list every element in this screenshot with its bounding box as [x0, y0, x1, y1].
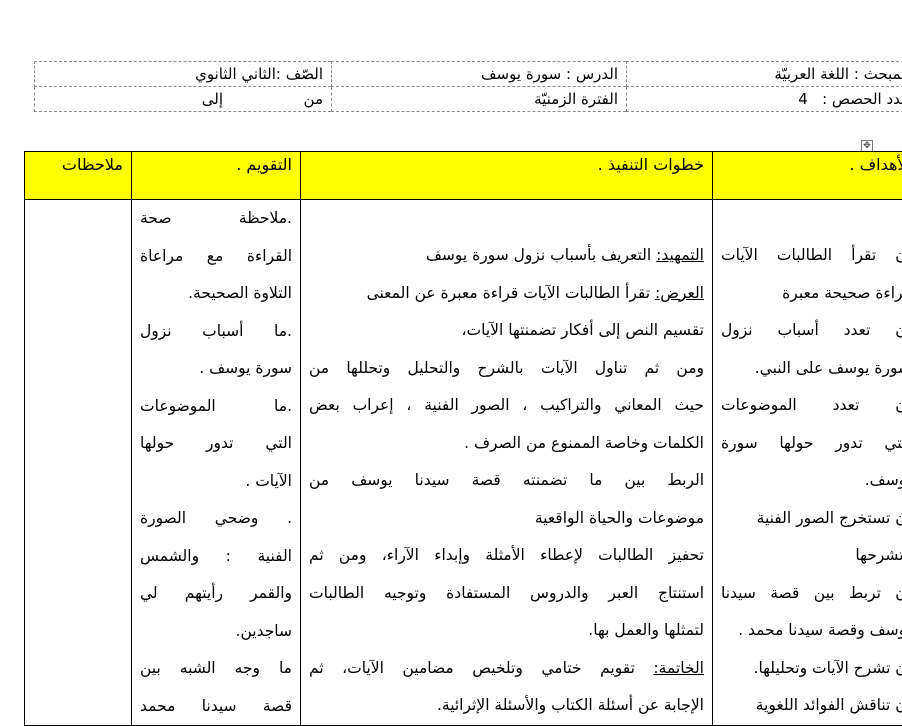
- goals-cell: أن تقرأ الطالبات الآيات قراءة صحيحة معبر…: [713, 200, 902, 726]
- goal-line: وتشرحها: [721, 537, 902, 575]
- conclusion-label: الخاتمة:: [653, 659, 704, 677]
- goal-line: قراءة صحيحة معبرة: [721, 275, 902, 313]
- evaluation-header: التقويم .: [132, 152, 301, 200]
- evaluation-line: .ملاحظة صحة: [140, 200, 292, 238]
- conclusion-text: تقويم ختامي وتلخيص مضامين الآيات، ثم: [309, 659, 653, 677]
- evaluation-line: الآيات .: [140, 463, 292, 501]
- goal-line: أن تشرح الآيات وتحليلها.: [721, 650, 902, 688]
- lesson-text: الدرس : سورة يوسف: [481, 65, 618, 83]
- goal-line: يوسف.: [721, 462, 902, 500]
- presentation-label: العرض:: [655, 284, 704, 302]
- intro-label: التمهيد:: [656, 246, 704, 264]
- presentation-text: تقرأ الطالبات الآيات قراءة معبرة عن المع…: [367, 284, 655, 302]
- notes-cell[interactable]: [25, 200, 132, 726]
- notes-header: ملاحظات: [25, 152, 132, 200]
- intro-line: التمهيد: التعريف بأسباب نزول سورة يوسف: [309, 237, 704, 275]
- goal-line: أن تستخرج الصور الفنية: [721, 500, 902, 538]
- steps-cell: التمهيد: التعريف بأسباب نزول سورة يوسف ا…: [301, 200, 713, 726]
- subject-cell: المبحث : اللغة العربيّة: [627, 62, 902, 87]
- evaluation-line: . وضحي الصورة: [140, 500, 292, 538]
- goal-line: سورة يوسف على النبي.: [721, 350, 902, 388]
- evaluation-line: ساجدين.: [140, 613, 292, 651]
- evaluation-line: والقمر رأيتهم لي: [140, 575, 292, 613]
- evaluation-line: الفنية : والشمس: [140, 538, 292, 576]
- step-line: الربط بين ما تضمنته قصة سيدنا يوسف من: [309, 462, 704, 500]
- goal-line: أن تناقش الفوائد اللغوية: [721, 687, 902, 725]
- goal-line: أن تعدد الموضوعات: [721, 387, 902, 425]
- evaluation-line: القراءة مع مراعاة: [140, 238, 292, 276]
- grade-text: الصّف :الثاني الثانوي: [195, 65, 323, 83]
- goal-line: أن تقرأ الطالبات الآيات: [721, 237, 902, 275]
- conclusion-line: الخاتمة: تقويم ختامي وتلخيص مضامين الآيا…: [309, 650, 704, 688]
- goal-line: التي تدور حولها سورة: [721, 425, 902, 463]
- step-line: الإجابة عن أسئلة الكتاب والأسئلة الإثرائ…: [309, 687, 704, 725]
- goals-header: الأهداف .: [713, 152, 902, 200]
- step-line: الكلمات وخاصة الممنوع من الصرف .: [309, 425, 704, 463]
- periods-label: عدد الحصص :: [822, 90, 902, 108]
- evaluation-line: التي تدور حولها: [140, 425, 292, 463]
- periods-value: 4: [798, 90, 808, 108]
- evaluation-line: سورة يوسف .: [140, 350, 292, 388]
- step-line: لتمثلها والعمل بها.: [309, 612, 704, 650]
- from-to-cell: من إلى: [35, 87, 332, 112]
- from-text: من: [223, 90, 323, 108]
- step-line: تقسيم النص إلى أفكار تضمنتها الآيات،: [309, 312, 704, 350]
- evaluation-line: .ما أسباب نزول: [140, 313, 292, 351]
- goal-line: أن تعدد أسباب نزول: [721, 312, 902, 350]
- step-line: موضوعات والحياة الواقعية: [309, 500, 704, 538]
- evaluation-line: التلاوة الصحيحة.: [140, 275, 292, 313]
- to-text: إلى: [163, 90, 223, 108]
- time-period-text: الفترة الزمنيّة: [534, 90, 618, 108]
- lesson-plan-table: الأهداف . خطوات التنفيذ . التقويم . ملاح…: [24, 151, 902, 726]
- time-period-cell: الفترة الزمنيّة: [332, 87, 627, 112]
- steps-header: خطوات التنفيذ .: [301, 152, 713, 200]
- intro-text: التعريف بأسباب نزول سورة يوسف: [426, 246, 656, 264]
- evaluation-line: قصة سيدنا محمد: [140, 688, 292, 726]
- subject-text: المبحث : اللغة العربيّة: [774, 65, 902, 83]
- goal-line: يوسف وقصة سيدنا محمد .: [721, 612, 902, 650]
- step-line: ومن ثم تناول الآيات بالشرح والتحليل وتحل…: [309, 350, 704, 388]
- evaluation-line: .ما الموضوعات: [140, 388, 292, 426]
- step-line: تحفيز الطالبات لإعطاء الأمثلة وإبداء الآ…: [309, 537, 704, 575]
- goal-line: أن تربط بين قصة سيدنا: [721, 575, 902, 613]
- lesson-cell: الدرس : سورة يوسف: [332, 62, 627, 87]
- lesson-info-table: المبحث : اللغة العربيّة الدرس : سورة يوس…: [34, 61, 902, 112]
- periods-cell: عدد الحصص : 4: [627, 87, 902, 112]
- evaluation-cell: .ملاحظة صحة القراءة مع مراعاة التلاوة ال…: [132, 200, 301, 726]
- evaluation-line: ما وجه الشبه بين: [140, 650, 292, 688]
- grade-cell: الصّف :الثاني الثانوي: [35, 62, 332, 87]
- presentation-line: العرض: تقرأ الطالبات الآيات قراءة معبرة …: [309, 275, 704, 313]
- step-line: حيث المعاني والتراكيب ، الصور الفنية ، إ…: [309, 387, 704, 425]
- step-line: استنتاج العبر والدروس المستفادة وتوجيه ا…: [309, 575, 704, 613]
